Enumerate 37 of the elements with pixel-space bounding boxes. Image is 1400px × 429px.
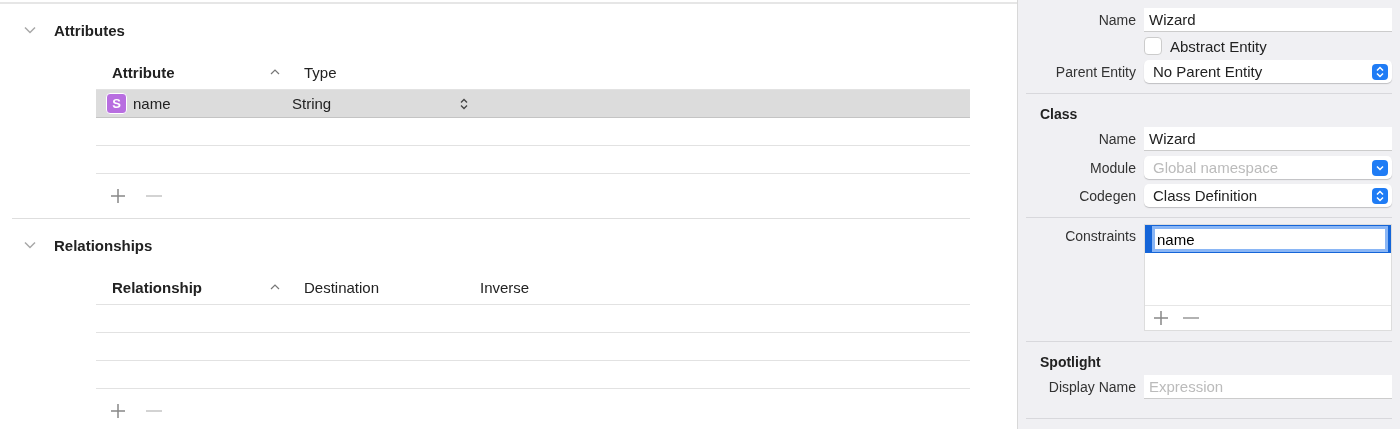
entity-name-field[interactable]: Wizard — [1144, 8, 1392, 32]
field-label: Codegen — [1078, 187, 1136, 204]
column-header[interactable]: Relationship — [112, 278, 202, 296]
column-header[interactable]: Destination — [304, 278, 380, 296]
column-header[interactable]: Attribute — [112, 63, 175, 81]
section-title: Relationships — [54, 236, 153, 254]
section-title: Spotlight — [1039, 353, 1102, 372]
string-type-badge: S — [106, 93, 127, 114]
field-label: Name — [1097, 131, 1136, 147]
stepper-arrows-icon[interactable] — [460, 97, 468, 110]
section-title: Attributes — [54, 21, 125, 39]
field-label: Display Name — [1047, 379, 1136, 395]
stepper-arrows-icon — [1372, 187, 1388, 204]
parent-entity-popup[interactable]: No Parent Entity — [1144, 60, 1392, 83]
section-title: Class — [1039, 105, 1079, 124]
column-header[interactable]: Type — [304, 63, 337, 81]
column-header[interactable]: Inverse — [480, 278, 530, 296]
add-icon[interactable] — [110, 403, 126, 419]
add-icon[interactable] — [110, 188, 126, 204]
stepper-arrows-icon — [1372, 63, 1388, 80]
checkbox-label: Abstract Entity — [1170, 37, 1267, 55]
field-label: Constraints — [1064, 227, 1136, 244]
chevron-down-icon — [1372, 159, 1388, 176]
field-label: Module — [1089, 159, 1136, 176]
chevron-icon[interactable] — [24, 241, 36, 249]
add-icon[interactable] — [1153, 310, 1169, 326]
checkbox[interactable] — [1144, 37, 1162, 55]
field-label: Name — [1097, 12, 1136, 28]
table-cell: String — [292, 95, 332, 112]
codegen-popup[interactable]: Class Definition — [1144, 184, 1392, 207]
constraint-field[interactable]: name — [1155, 229, 1385, 249]
class-name-field[interactable]: Wizard — [1144, 127, 1392, 151]
table-cell: name — [133, 95, 171, 112]
display-name-field[interactable]: Expression — [1144, 375, 1392, 399]
attribute-row[interactable]: S name String — [96, 90, 970, 118]
field-label: Parent Entity — [1054, 63, 1136, 80]
chevron-icon[interactable] — [24, 26, 36, 34]
